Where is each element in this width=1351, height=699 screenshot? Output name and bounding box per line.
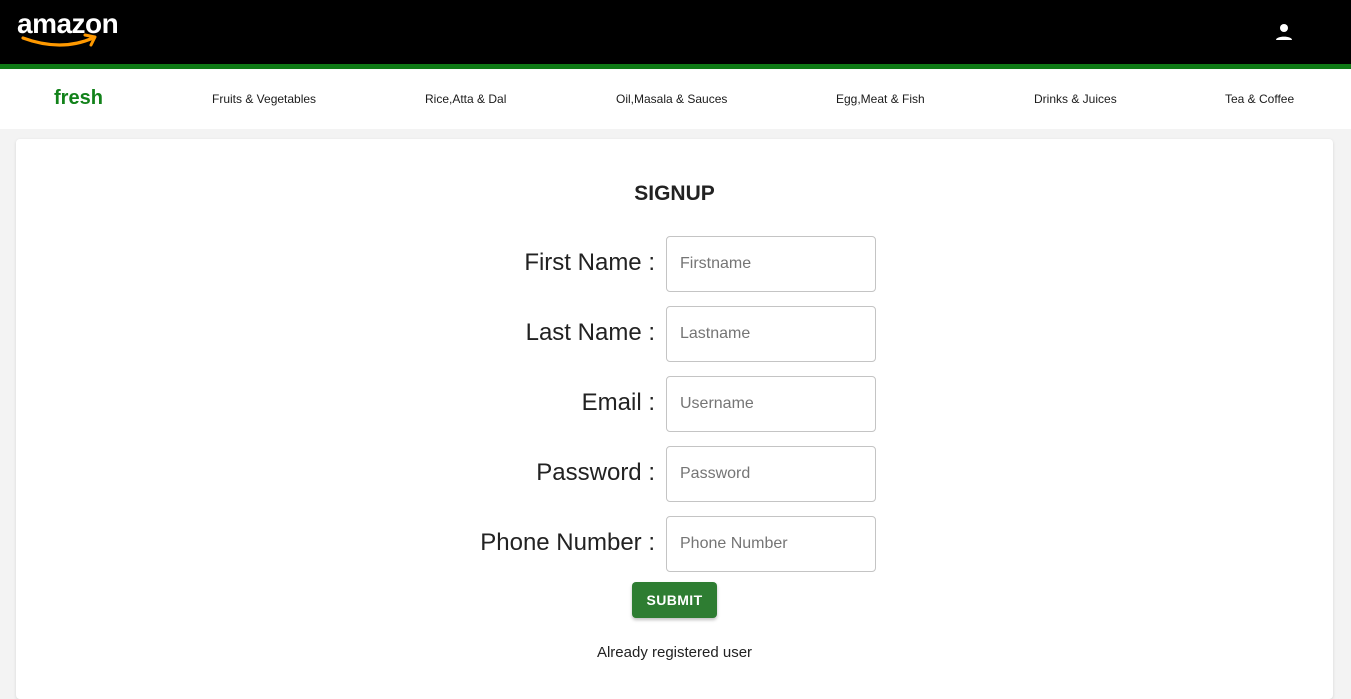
signup-title: SIGNUP [634, 182, 715, 205]
logo-smile-icon [21, 33, 97, 47]
category-nav: fresh Fruits & Vegetables Rice,Atta & Da… [0, 69, 1351, 129]
first-name-label: First Name : [524, 249, 655, 276]
amazon-logo[interactable]: amazon [17, 6, 137, 54]
top-header: amazon [0, 0, 1351, 64]
email-input[interactable] [666, 376, 876, 432]
nav-link-egg-meat-fish[interactable]: Egg,Meat & Fish [836, 92, 925, 106]
account-person-icon[interactable] [1272, 20, 1296, 44]
last-name-input[interactable] [666, 306, 876, 362]
phone-number-label: Phone Number : [480, 529, 655, 556]
nav-link-rice-atta-dal[interactable]: Rice,Atta & Dal [425, 92, 506, 106]
nav-link-drinks-juices[interactable]: Drinks & Juices [1034, 92, 1117, 106]
nav-link-tea-coffee[interactable]: Tea & Coffee [1225, 92, 1294, 106]
email-label: Email : [581, 389, 655, 416]
fresh-brand[interactable]: fresh [54, 87, 103, 110]
password-label: Password : [536, 459, 655, 486]
already-registered-link[interactable]: Already registered user [16, 644, 1333, 661]
password-input[interactable] [666, 446, 876, 502]
first-name-input[interactable] [666, 236, 876, 292]
last-name-label: Last Name : [525, 319, 655, 346]
nav-link-fruits-vegetables[interactable]: Fruits & Vegetables [212, 92, 316, 106]
signup-card: SIGNUP First Name : Last Name : Email : … [16, 139, 1333, 699]
submit-button[interactable]: SUBMIT [632, 582, 717, 618]
nav-link-oil-masala-sauces[interactable]: Oil,Masala & Sauces [616, 92, 727, 106]
phone-number-input[interactable] [666, 516, 876, 572]
